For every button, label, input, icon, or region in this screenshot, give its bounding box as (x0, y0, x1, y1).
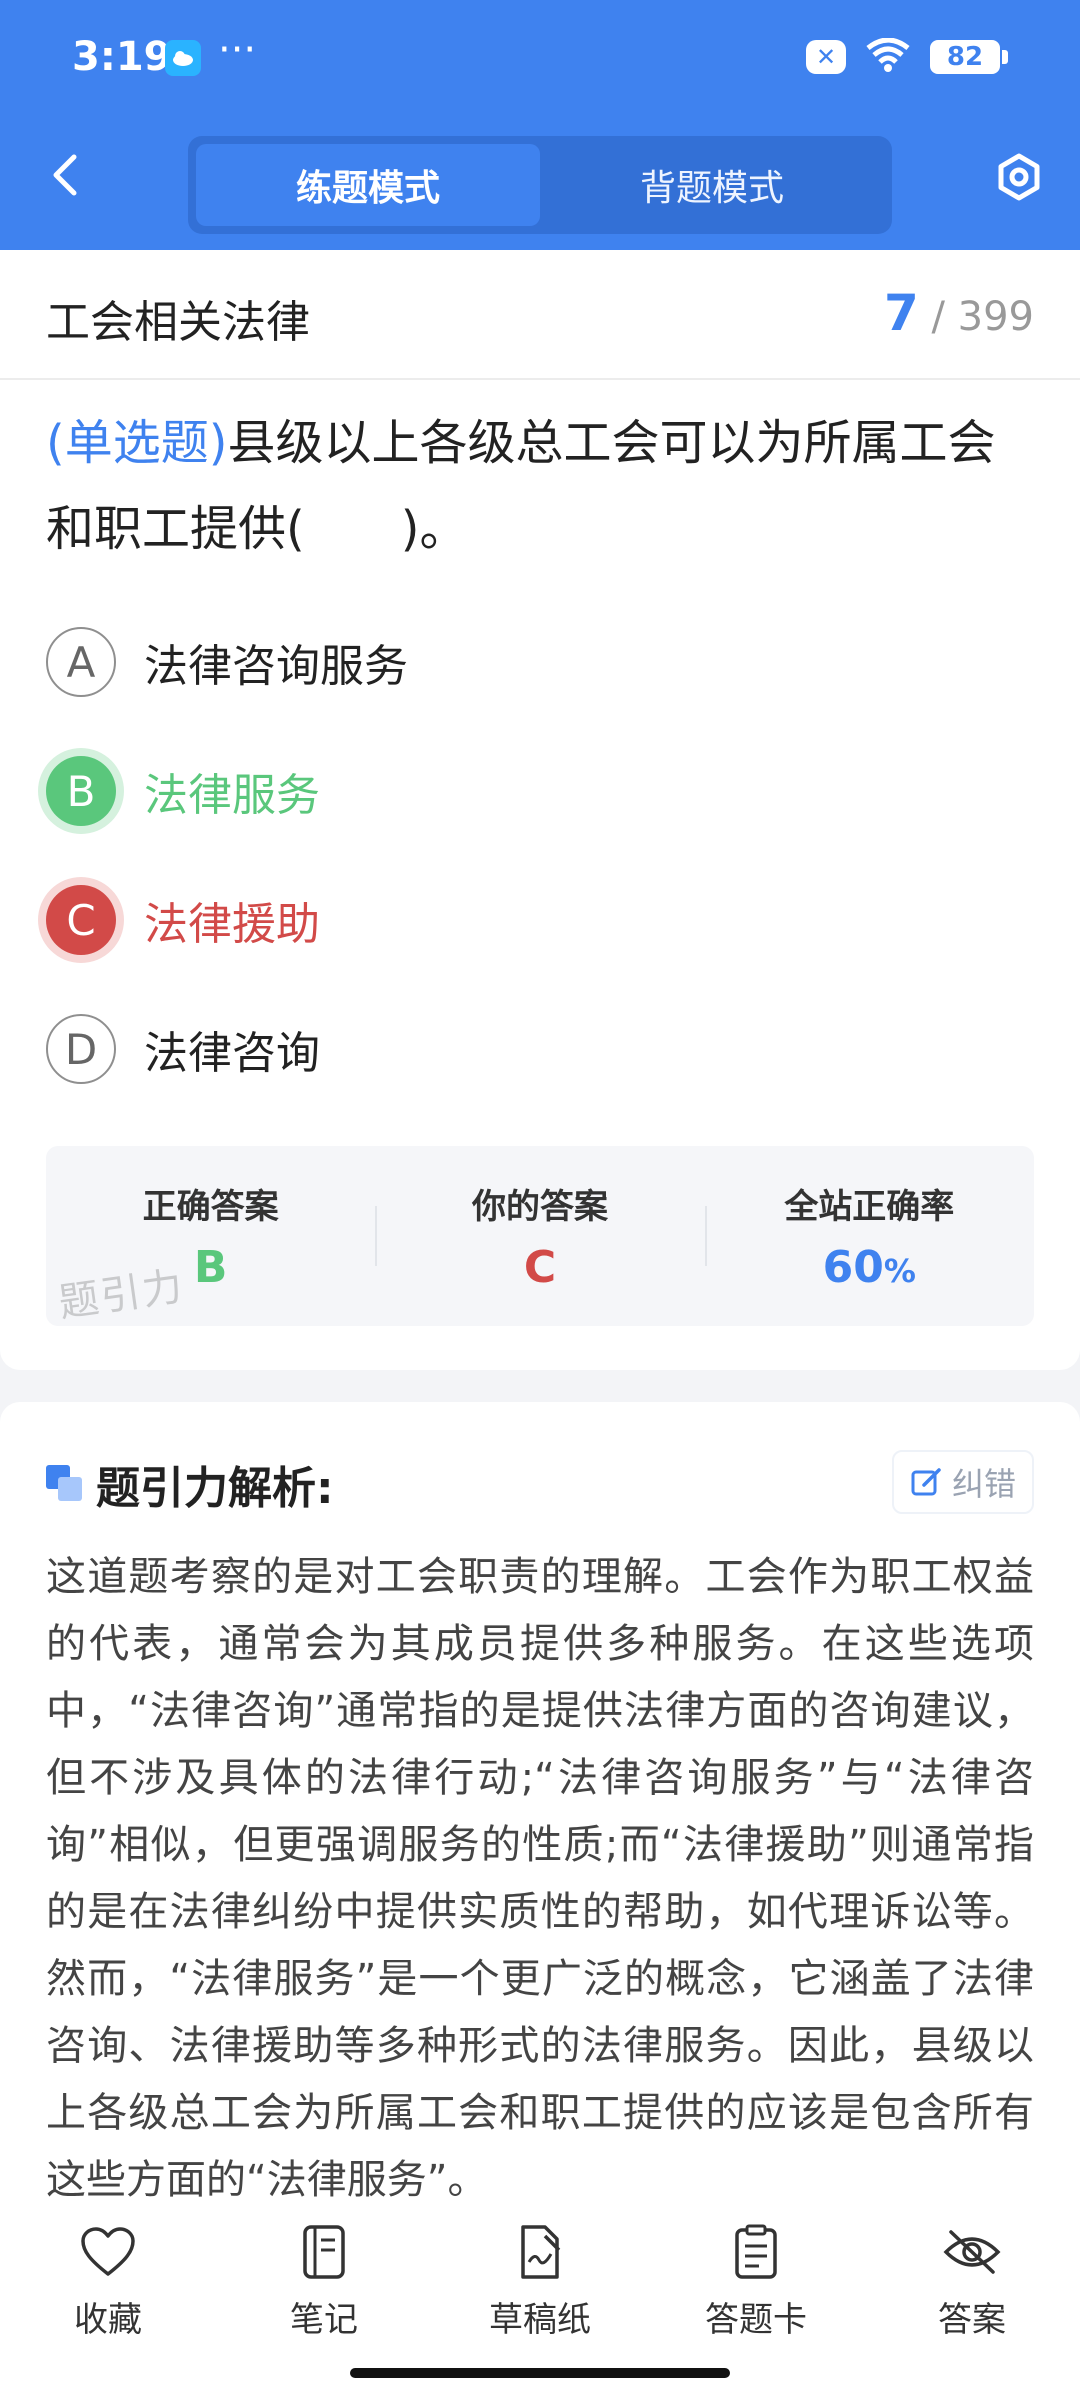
option-letter: C (46, 885, 116, 955)
top-header: 3:19 ··· ✕ 82 练题模式 背题模式 (0, 0, 1080, 250)
page: 3:19 ··· ✕ 82 练题模式 背题模式 工会相关法律 7 / 399 (… (0, 0, 1080, 2400)
draft-paper-label: 草稿纸 (489, 2300, 591, 2340)
back-button[interactable] (40, 150, 90, 200)
option-d[interactable]: D 法律咨询 (46, 1004, 320, 1094)
option-text: 法律咨询服务 (144, 641, 408, 692)
edit-icon (911, 1468, 941, 1496)
accuracy-label: 全站正确率 (784, 1187, 955, 1227)
correct-answer-value: B (193, 1242, 228, 1293)
option-letter: D (46, 1014, 116, 1084)
your-answer-value: C (523, 1242, 557, 1293)
battery-indicator: 82 (930, 40, 1008, 74)
option-b[interactable]: B 法律服务 (46, 746, 320, 836)
option-text: 法律服务 (144, 770, 320, 821)
answer-summary: 正确答案 B 你的答案 C 全站正确率 60% (46, 1146, 1034, 1326)
correct-answer-label: 正确答案 (142, 1187, 279, 1227)
home-indicator[interactable] (350, 2368, 730, 2378)
report-error-button[interactable]: 纠错 (891, 1450, 1034, 1514)
analysis-squares-icon (46, 1465, 84, 1503)
tab-memorize-mode[interactable]: 背题模式 (540, 144, 884, 226)
your-answer-label: 你的答案 (471, 1187, 608, 1227)
answer-card-icon (726, 2222, 786, 2282)
report-error-label: 纠错 (951, 1465, 1016, 1503)
question-type: (单选题) (46, 415, 228, 471)
analysis-text: 这道题考察的是对工会职责的理解。工会作为职工权益的代表，通常会为其成员提供多种服… (46, 1554, 1034, 2203)
weather-icon (165, 40, 201, 76)
accuracy-unit: % (883, 1252, 916, 1290)
question-stem: (单选题)县级以上各级总工会可以为所属工会和职工提供( )。 (46, 400, 1036, 572)
eye-off-icon (942, 2222, 1002, 2282)
status-right: ✕ 82 (806, 37, 1008, 76)
mode-toggle: 练题模式 背题模式 (188, 136, 892, 234)
chevron-left-icon (53, 154, 77, 196)
option-a[interactable]: A 法律咨询服务 (46, 617, 408, 707)
notes-label: 笔记 (290, 2300, 358, 2340)
accuracy-number: 60 (822, 1242, 884, 1293)
answer-sheet-label: 答题卡 (705, 2300, 807, 2340)
wifi-icon (866, 37, 910, 76)
current-question-number: 7 (883, 284, 919, 342)
settings-button[interactable] (992, 150, 1046, 204)
divider (0, 378, 1080, 380)
total-questions: / 399 (931, 294, 1034, 340)
status-more-icon: ··· (218, 27, 257, 73)
option-letter: B (46, 756, 116, 826)
tab-practice-mode[interactable]: 练题模式 (196, 144, 540, 226)
notes-button[interactable]: 笔记 (244, 2222, 404, 2341)
status-time: 3:19 (72, 34, 172, 80)
draft-icon (510, 2222, 570, 2282)
section-title: 工会相关法律 (46, 297, 310, 348)
analysis-title: 题引力解析: (96, 1463, 334, 1514)
your-answer-col: 你的答案 C (375, 1146, 704, 1326)
option-text: 法律咨询 (144, 1028, 320, 1079)
question-progress: 7 / 399 (884, 284, 1034, 342)
accuracy-value: 60% (823, 1242, 916, 1293)
notification-x-icon: ✕ (806, 40, 846, 74)
favorite-button[interactable]: 收藏 (28, 2222, 188, 2341)
notebook-icon (294, 2222, 354, 2282)
draft-paper-button[interactable]: 草稿纸 (460, 2222, 620, 2341)
analysis-header: 题引力解析: (46, 1452, 334, 1516)
toggle-answer-button[interactable]: 答案 (892, 2222, 1052, 2341)
heart-icon (78, 2222, 138, 2282)
accuracy-col: 全站正确率 60% (704, 1146, 1034, 1326)
option-letter: A (46, 627, 116, 697)
settings-hexagon-icon (998, 153, 1040, 201)
toggle-answer-label: 答案 (938, 2300, 1006, 2340)
option-c[interactable]: C 法律援助 (46, 875, 320, 965)
option-text: 法律援助 (144, 899, 320, 950)
answer-sheet-button[interactable]: 答题卡 (676, 2222, 836, 2341)
favorite-label: 收藏 (74, 2300, 142, 2340)
